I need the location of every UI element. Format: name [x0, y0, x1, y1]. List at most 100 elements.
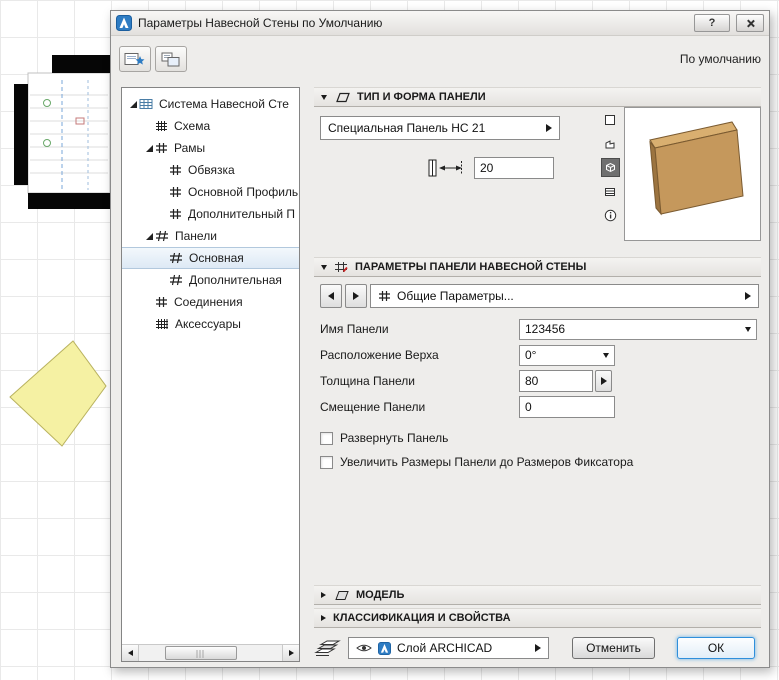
checkbox-label: Увеличить Размеры Панели до Размеров Фик… — [340, 455, 634, 469]
tree-item-label: Дополнительный П — [188, 207, 295, 221]
panel-name-combo[interactable]: 123456 — [519, 318, 757, 340]
table-icon — [139, 99, 153, 109]
expand-arrow-icon[interactable] — [129, 100, 137, 108]
close-button[interactable] — [736, 14, 764, 32]
tree-item-system[interactable]: Система Навесной Сте — [122, 93, 299, 115]
checkbox-label: Развернуть Панель — [340, 431, 449, 445]
eye-icon — [356, 644, 372, 652]
tree-item-accessories[interactable]: Аксессуары — [122, 313, 299, 335]
panel-grid-icon — [170, 274, 182, 286]
frame-grid-icon — [170, 165, 181, 175]
scroll-left-icon — [127, 650, 133, 656]
section-header-model[interactable]: МОДЕЛЬ — [314, 585, 761, 605]
field-label: Смещение Панели — [320, 400, 426, 414]
tree-item-scheme[interactable]: Схема — [122, 115, 299, 137]
transfer-settings-icon — [161, 52, 180, 66]
prev-icon — [328, 292, 334, 300]
top-position-value: 0° — [525, 348, 537, 362]
panel-thickness-icon — [428, 159, 462, 177]
view-3d-button[interactable] — [600, 158, 620, 177]
panel-3d-preview[interactable] — [624, 107, 761, 241]
section-expanded-icon — [321, 264, 327, 270]
parameter-page-row: Общие Параметры... — [320, 284, 759, 308]
tree-item-label: Рамы — [174, 141, 206, 155]
settings-content: ТИП И ФОРМА ПАНЕЛИ Специальная Панель НС… — [314, 87, 761, 661]
scroll-left-button[interactable] — [122, 645, 139, 661]
tree-item-label: Панели — [175, 229, 217, 243]
thickness-picker-button[interactable] — [595, 370, 612, 392]
view-elevation-button[interactable] — [601, 134, 620, 153]
dialog-toolbar: По умолчанию — [119, 44, 761, 74]
panel-type-value: Специальная Панель НС 21 — [328, 121, 486, 135]
ok-button[interactable]: ОК — [677, 637, 755, 659]
section-header-panel-type[interactable]: ТИП И ФОРМА ПАНЕЛИ — [314, 87, 761, 107]
yellow-panel-shape[interactable] — [9, 340, 107, 447]
tree-horizontal-scrollbar[interactable] — [122, 644, 299, 661]
view-section-button[interactable] — [601, 182, 620, 201]
parameter-page-dropdown[interactable]: Общие Параметры... — [370, 284, 759, 308]
view-outline-button[interactable] — [601, 110, 620, 129]
panel-name-value: 123456 — [525, 322, 566, 336]
tree-item-joints[interactable]: Соединения — [122, 291, 299, 313]
enlarge-panel-checkbox[interactable] — [320, 455, 333, 469]
structure-tree: Система Навесной Сте Схема Рамы Обвязка … — [121, 87, 300, 662]
archicad-layer-icon — [378, 641, 391, 655]
cancel-button[interactable]: Отменить — [572, 637, 655, 659]
prev-page-button[interactable] — [320, 284, 342, 308]
help-button[interactable]: ? — [694, 14, 730, 32]
dialog-title: Параметры Навесной Стены по Умолчанию — [138, 16, 383, 30]
section-title: КЛАССИФИКАЦИЯ И СВОЙСТВА — [333, 612, 511, 624]
dialog-titlebar[interactable]: Параметры Навесной Стены по Умолчанию ? — [111, 11, 769, 36]
scrollbar-thumb[interactable] — [165, 646, 237, 660]
panel-grid-icon — [170, 252, 182, 264]
layers-icon[interactable] — [314, 639, 341, 658]
frame-grid-icon — [170, 187, 181, 197]
tree-item-additional-profile[interactable]: Дополнительный П — [122, 203, 299, 225]
panel-offset-input[interactable] — [519, 396, 615, 418]
info-icon — [604, 209, 616, 222]
section-title: ТИП И ФОРМА ПАНЕЛИ — [357, 91, 486, 103]
expand-arrow-icon[interactable] — [145, 232, 153, 240]
next-page-button[interactable] — [345, 284, 367, 308]
flip-panel-checkbox[interactable] — [320, 431, 333, 445]
tree-item-boundary-frame[interactable]: Обвязка — [122, 159, 299, 181]
tree-item-additional-panel[interactable]: Дополнительная — [122, 269, 299, 291]
field-label: Имя Панели — [320, 322, 389, 336]
scroll-right-icon — [288, 650, 294, 656]
panel-thickness-input[interactable] — [474, 157, 554, 179]
section-collapsed-icon — [321, 615, 326, 621]
tree-item-frames[interactable]: Рамы — [122, 137, 299, 159]
tree-item-main-panel[interactable]: Основная — [122, 247, 299, 269]
field-row-panel-offset: Смещение Панели — [320, 395, 759, 419]
tree-item-label: Основной Профиль — [188, 185, 299, 199]
section-header-panel-params[interactable]: ПАРАМЕТРЫ ПАНЕЛИ НАВЕСНОЙ СТЕНЫ — [314, 257, 761, 277]
next-icon — [353, 292, 359, 300]
info-button[interactable] — [601, 206, 620, 225]
tree-item-panels[interactable]: Панели — [122, 225, 299, 247]
picker-arrow-icon — [600, 377, 607, 385]
scroll-right-button[interactable] — [282, 645, 299, 661]
section-collapsed-icon — [321, 592, 326, 598]
frame-grid-icon — [156, 143, 167, 153]
panel-type-dropdown[interactable]: Специальная Панель НС 21 — [320, 116, 560, 140]
tree-item-main-profile[interactable]: Основной Профиль — [122, 181, 299, 203]
favorites-button[interactable] — [119, 46, 151, 72]
close-icon — [746, 19, 755, 28]
default-label: По умолчанию — [679, 52, 761, 66]
section-header-classification[interactable]: КЛАССИФИКАЦИЯ И СВОЙСТВА — [314, 608, 761, 628]
panel-thickness-field[interactable] — [519, 370, 593, 392]
preview-mode-buttons — [600, 110, 620, 225]
frame-grid-icon — [170, 209, 181, 219]
transfer-settings-button[interactable] — [155, 46, 187, 72]
combo-arrow-icon — [603, 352, 609, 358]
archicad-logo-icon — [116, 15, 132, 31]
plan-wall-bottom — [28, 193, 110, 209]
checkbox-row-flip-panel: Развернуть Панель — [320, 431, 759, 445]
checkbox-row-enlarge-panel: Увеличить Размеры Панели до Размеров Фик… — [320, 455, 759, 469]
expand-arrow-icon[interactable] — [145, 144, 153, 152]
model-panel-icon — [335, 590, 349, 600]
section-expanded-icon — [321, 94, 327, 100]
panel-params-icon — [335, 262, 348, 273]
layer-dropdown[interactable]: Слой ARCHICAD — [348, 637, 549, 659]
top-position-combo[interactable]: 0° — [519, 344, 615, 366]
